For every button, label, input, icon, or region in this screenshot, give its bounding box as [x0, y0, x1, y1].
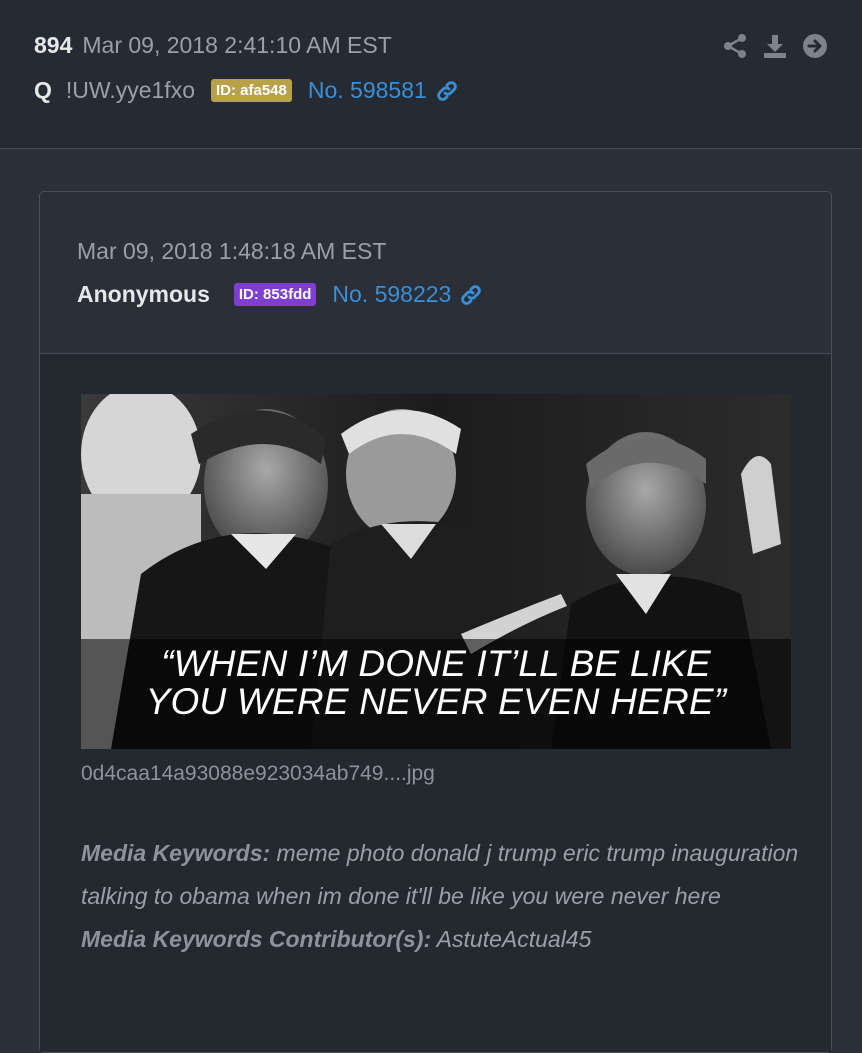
- download-icon[interactable]: [762, 33, 788, 59]
- quoted-timestamp: Mar 09, 2018 1:48:18 AM EST: [77, 238, 387, 264]
- post-author-row: Q !UW.yye1fxo ID: afa548 No. 598581: [34, 77, 459, 104]
- quoted-id-badge: ID: 853fdd: [233, 283, 317, 306]
- arrow-right-circle-icon[interactable]: [802, 33, 828, 59]
- quoted-author-row: Anonymous ID: 853fdd No. 598223: [77, 281, 483, 308]
- post-tripcode: !UW.yye1fxo: [65, 77, 195, 103]
- contributors-text: AstuteActual45: [436, 926, 592, 952]
- post-actions: [722, 33, 828, 59]
- meme-caption-line2: YOU WERE NEVER EVEN HERE”: [145, 681, 727, 722]
- quoted-post-body: “WHEN I’M DONE IT’LL BE LIKE YOU WERE NE…: [40, 354, 831, 1052]
- media-keywords-label: Media Keywords:: [81, 840, 271, 866]
- quoted-author: Anonymous: [77, 281, 210, 307]
- share-icon[interactable]: [722, 33, 748, 59]
- post-header: 894 Mar 09, 2018 2:41:10 AM EST Q !UW.yye…: [0, 0, 862, 149]
- media-keywords: Media Keywords: meme photo donald j trum…: [81, 832, 801, 961]
- link-icon[interactable]: [459, 283, 483, 307]
- link-icon[interactable]: [435, 79, 459, 103]
- post-meta-row: 894 Mar 09, 2018 2:41:10 AM EST: [34, 32, 392, 59]
- post-number: 894: [34, 32, 73, 58]
- contributors-label: Media Keywords Contributor(s):: [81, 926, 432, 952]
- quoted-post: Mar 09, 2018 1:48:18 AM EST Anonymous ID…: [39, 191, 832, 1053]
- post-author: Q: [34, 77, 52, 103]
- quoted-post-header: Mar 09, 2018 1:48:18 AM EST Anonymous ID…: [40, 192, 831, 354]
- post-timestamp: Mar 09, 2018 2:41:10 AM EST: [82, 32, 392, 58]
- meme-caption: “WHEN I’M DONE IT’LL BE LIKE YOU WERE NE…: [81, 645, 791, 721]
- image-filename[interactable]: 0d4caa14a93088e923034ab749....jpg: [81, 762, 435, 786]
- meme-image[interactable]: “WHEN I’M DONE IT’LL BE LIKE YOU WERE NE…: [81, 394, 791, 749]
- meme-caption-line1: “WHEN I’M DONE IT’LL BE LIKE: [161, 643, 711, 684]
- post-number-link[interactable]: No. 598581: [308, 77, 427, 104]
- quoted-number-link[interactable]: No. 598223: [332, 281, 451, 308]
- post-id-badge: ID: afa548: [211, 79, 292, 102]
